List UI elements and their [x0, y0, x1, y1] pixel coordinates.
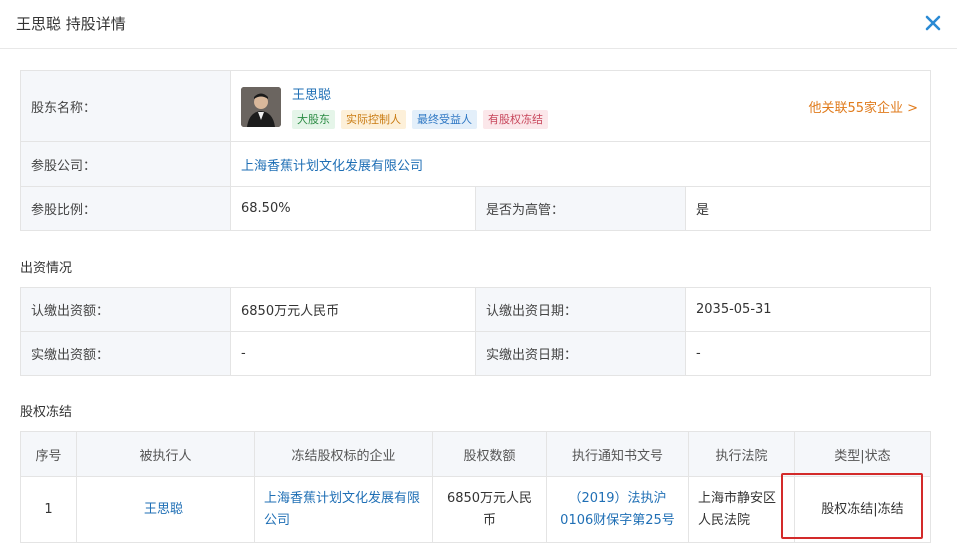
company-label: 参股公司：	[20, 141, 231, 187]
row-index: 1	[20, 476, 77, 543]
related-companies-link[interactable]: 他关联55家企业 >	[808, 97, 918, 116]
executive-value: 是	[684, 186, 932, 231]
freeze-section-title: 股权冻结	[20, 405, 73, 420]
header-notice-number: 执行通知书文号	[546, 431, 689, 477]
header-court: 执行法院	[688, 431, 795, 477]
avatar[interactable]	[241, 87, 281, 127]
header-equity-amount: 股权数额	[432, 431, 547, 477]
header-executee: 被执行人	[76, 431, 255, 477]
row-court: 上海市静安区人民法院	[688, 476, 795, 543]
ratio-label: 参股比例：	[20, 186, 231, 231]
shareholder-name-link[interactable]: 王思聪	[292, 84, 331, 103]
paid-date-value: -	[685, 331, 931, 376]
paid-amount-label: 实缴出资额：	[20, 331, 231, 376]
header-index: 序号	[20, 431, 77, 477]
company-link[interactable]: 上海香蕉计划文化发展有限公司	[229, 141, 932, 187]
subscribed-amount-label: 认缴出资额：	[20, 287, 231, 332]
subscribed-date-label: 认缴出资日期：	[475, 287, 686, 332]
header-frozen-company: 冻结股权标的企业	[254, 431, 433, 477]
shareholder-tags: 大股东 实际控制人 最终受益人 有股权冻结	[292, 110, 548, 129]
paid-amount-value: -	[230, 331, 476, 376]
shareholder-name-label: 股东名称：	[20, 70, 231, 142]
close-icon[interactable]	[921, 11, 945, 35]
tag-major-shareholder: 大股东	[292, 110, 335, 129]
table-row: 1 王思聪 上海香蕉计划文化发展有限公司 6850万元人民币 （2019）法执沪…	[20, 476, 931, 543]
row-notice-link[interactable]: （2019）法执沪0106财保字第25号	[546, 476, 689, 543]
row-status: 股权冻结|冻结	[794, 476, 931, 543]
executive-label: 是否为高管：	[475, 186, 686, 231]
shareholder-cell: 王思聪 大股东 实际控制人 最终受益人 有股权冻结 他关联55家企业 >	[229, 70, 932, 142]
dialog-title: 王思聪 持股详情	[16, 15, 126, 33]
dialog-header: 王思聪 持股详情	[0, 0, 957, 49]
equity-freeze-table: 序号 被执行人 冻结股权标的企业 股权数额 执行通知书文号 执行法院 类型|状态…	[20, 431, 931, 543]
header-type-status: 类型|状态	[794, 431, 931, 477]
investment-section-title: 出资情况	[20, 261, 73, 276]
paid-date-label: 实缴出资日期：	[475, 331, 686, 376]
tag-equity-frozen: 有股权冻结	[483, 110, 548, 129]
investment-table: 认缴出资额： 6850万元人民币 认缴出资日期： 2035-05-31 实缴出资…	[20, 287, 931, 376]
tag-ultimate-beneficiary: 最终受益人	[412, 110, 477, 129]
subscribed-date-value: 2035-05-31	[685, 287, 931, 332]
row-amount: 6850万元人民币	[432, 476, 547, 543]
shareholder-info-table: 股东名称： 王思聪 大股东 实际控制人 最终受益人 有股权冻结 他关联55家企业…	[20, 70, 932, 231]
row-executee-link[interactable]: 王思聪	[76, 476, 255, 543]
freeze-table-header: 序号 被执行人 冻结股权标的企业 股权数额 执行通知书文号 执行法院 类型|状态	[20, 431, 931, 477]
ratio-value: 68.50%	[230, 186, 476, 231]
row-company-link[interactable]: 上海香蕉计划文化发展有限公司	[254, 476, 433, 543]
subscribed-amount-value: 6850万元人民币	[230, 287, 476, 332]
tag-actual-controller: 实际控制人	[341, 110, 406, 129]
